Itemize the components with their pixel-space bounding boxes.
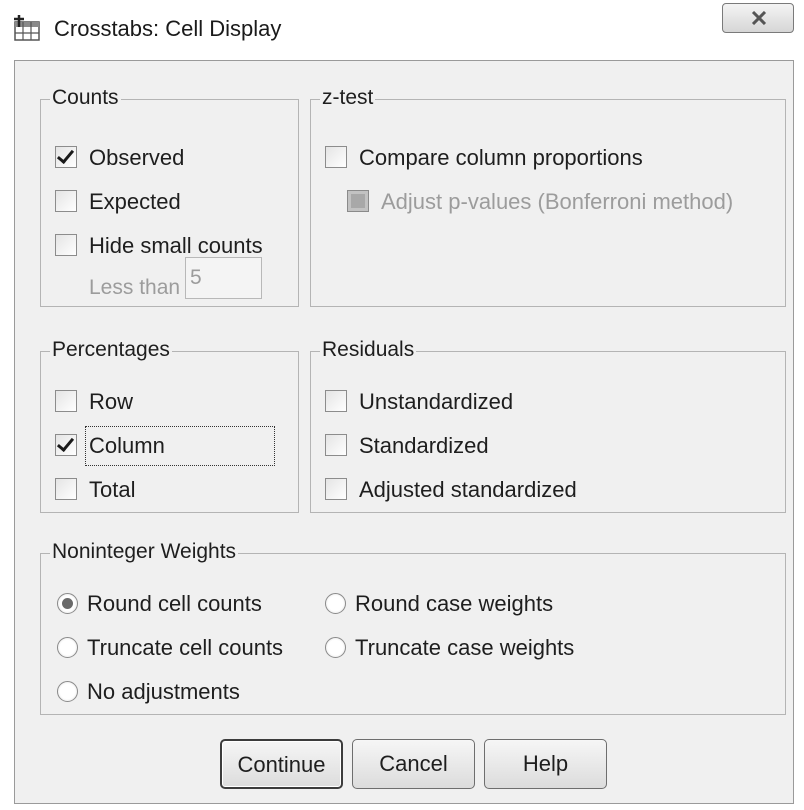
- standardized-check[interactable]: [325, 434, 347, 456]
- adjust-p-values-check: [347, 190, 369, 212]
- residuals-legend: Residuals: [320, 337, 417, 363]
- unstandardized-label: Unstandardized: [359, 389, 514, 414]
- window-title: Crosstabs: Cell Display: [54, 16, 282, 41]
- truncate-cell-counts-radio-button[interactable]: [57, 637, 78, 658]
- z-test-legend: z-test: [320, 85, 376, 111]
- adjusted-standardized-check[interactable]: [325, 478, 347, 500]
- no-adjustments-label: No adjustments: [87, 679, 240, 704]
- percentages-legend: Percentages: [50, 337, 172, 363]
- adjust-p-values-label: Adjust p-values (Bonferroni method): [381, 189, 734, 214]
- adjusted-standardized-label: Adjusted standardized: [359, 477, 577, 502]
- percentages-group: Percentages Row Column Total: [40, 337, 299, 513]
- unstandardized-check[interactable]: [325, 390, 347, 412]
- row-check[interactable]: [55, 390, 77, 412]
- observed-label: Observed: [89, 145, 185, 170]
- standardized-label: Standardized: [359, 433, 489, 458]
- truncate-cell-counts-label: Truncate cell counts: [87, 635, 284, 660]
- compare-column-proportions-check[interactable]: [325, 146, 347, 168]
- hide-small-counts-label: Hide small counts: [89, 233, 263, 258]
- expected-label: Expected: [89, 189, 181, 214]
- round-case-weights-label: Round case weights: [355, 591, 554, 616]
- total-check[interactable]: [55, 478, 77, 500]
- row-label: Row: [89, 389, 134, 414]
- dialog-body: Counts Observed Expected Hide small coun…: [14, 60, 794, 804]
- z-test-group: z-test Compare column proportions Adjust…: [310, 85, 786, 307]
- less-than-label: Less than: [89, 276, 181, 299]
- total-label: Total: [89, 477, 136, 502]
- no-adjustments-radio-button[interactable]: [57, 681, 78, 702]
- observed-check[interactable]: [55, 146, 77, 168]
- compare-column-proportions-label: Compare column proportions: [359, 145, 643, 170]
- crosstabs-app-icon: [14, 15, 40, 41]
- column-focus-rectangle: [85, 426, 275, 466]
- help-button[interactable]: Help: [484, 739, 607, 789]
- less-than-input[interactable]: 5: [185, 257, 262, 299]
- round-cell-counts-radio-button[interactable]: [57, 593, 78, 614]
- close-button[interactable]: [722, 3, 794, 33]
- continue-button[interactable]: Continue: [220, 739, 343, 789]
- round-cell-counts-label: Round cell counts: [87, 591, 262, 616]
- truncate-case-weights-radio-button[interactable]: [325, 637, 346, 658]
- hide-small-counts-check[interactable]: [55, 234, 77, 256]
- crosstabs-cell-display-dialog: Crosstabs: Cell Display Counts Observed …: [0, 0, 804, 810]
- close-icon: [751, 11, 767, 25]
- noninteger-weights-legend: Noninteger Weights: [50, 539, 239, 565]
- column-check[interactable]: [55, 434, 77, 456]
- round-case-weights-radio-button[interactable]: [325, 593, 346, 614]
- truncate-case-weights-label: Truncate case weights: [355, 635, 575, 660]
- cancel-button[interactable]: Cancel: [352, 739, 475, 789]
- noninteger-weights-group: Noninteger Weights Round cell counts Tru…: [40, 539, 786, 715]
- counts-legend: Counts: [50, 85, 121, 111]
- title-bar: Crosstabs: Cell Display: [0, 0, 804, 54]
- expected-check[interactable]: [55, 190, 77, 212]
- residuals-group: Residuals Unstandardized Standardized Ad…: [310, 337, 786, 513]
